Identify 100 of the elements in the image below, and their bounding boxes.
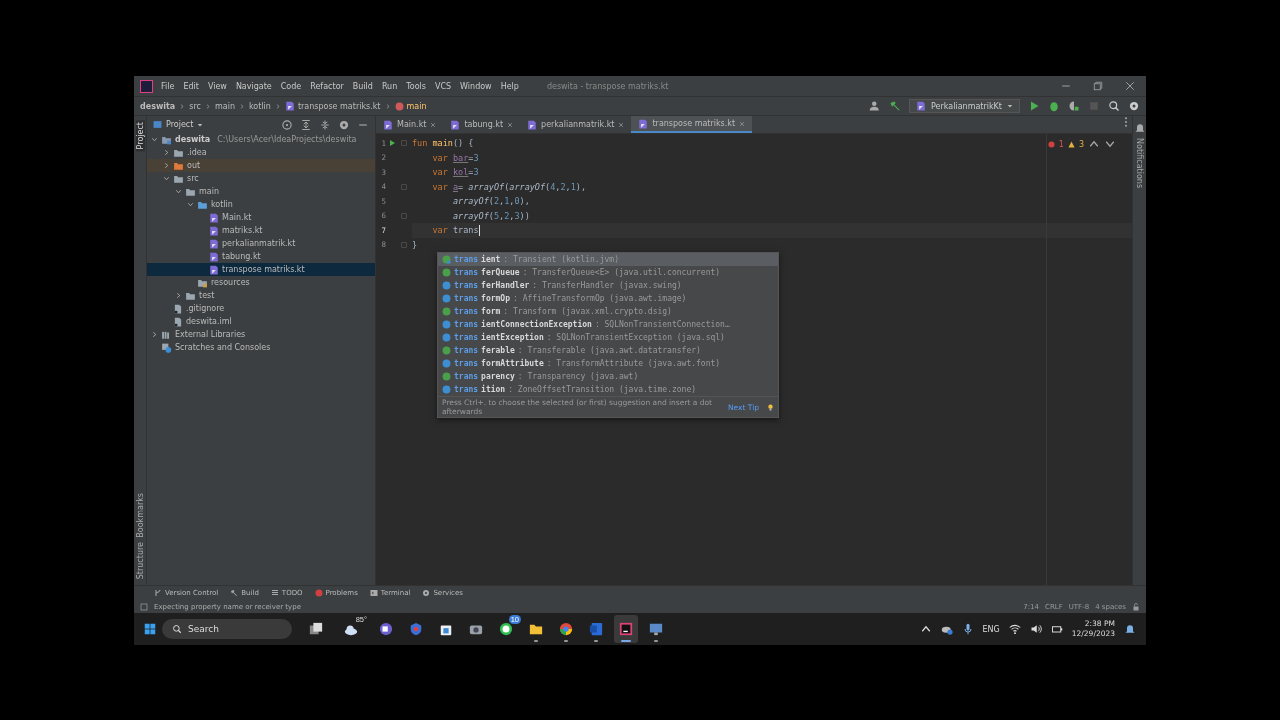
search-icon[interactable] [1108,100,1120,112]
editor-tab[interactable]: perkalianmatrik.kt [520,116,632,133]
completion-item[interactable]: trans ientException : SQLNonTransientException (java.sql) [438,331,778,344]
tree-item[interactable]: .idea [147,146,375,159]
class-icon [442,359,451,368]
interface-icon [442,268,451,277]
tool-window-tab[interactable]: Notifications [1135,138,1144,189]
completion-item[interactable]: trans form : Transform (javax.xml.crypto.dsig) [438,305,778,318]
language-indicator[interactable]: ENG [982,624,1000,634]
tree-item[interactable]: tabung.kt [147,250,375,263]
file-icon [173,303,183,314]
battery-icon[interactable] [1050,623,1063,635]
warning-count[interactable]: 3 [1078,139,1084,149]
menu-item[interactable]: VCS [434,81,452,91]
completion-item[interactable]: trans formOp : AffineTransformOp (java.awt.image) [438,292,778,305]
debug-icon[interactable] [1048,100,1060,112]
completion-item[interactable]: trans ient : Transient (kotlin.jvm) [438,253,778,266]
run-configuration-dropdown[interactable]: PerkalianmatrikKt [909,99,1020,113]
resources-folder-icon [197,277,208,288]
scratches-icon [161,342,172,353]
collapse-all-icon[interactable] [319,118,331,131]
tree-item[interactable]: perkalianmatrik.kt [147,237,375,250]
tool-window-tab[interactable]: Project [135,120,145,152]
tree-item[interactable]: main [147,185,375,198]
tree-item[interactable]: src [147,172,375,185]
tree-item[interactable]: kotlin [147,198,375,211]
tree-item[interactable]: deswita.iml [147,315,375,328]
maximize-icon[interactable] [1092,80,1104,92]
speaker-icon[interactable] [1029,623,1042,635]
error-count[interactable]: 1 [1058,139,1064,149]
hammer-icon [230,589,239,597]
menu-item[interactable]: Build [352,81,373,91]
menu-item[interactable]: Tools [406,81,426,91]
kotlin-file-icon [209,225,219,236]
editor-tab[interactable]: Main.kt [376,116,444,133]
completion-item[interactable]: trans ientConnectionException : SQLNonTransientConnection… [438,318,778,331]
tree-item[interactable]: External Libraries [147,328,375,341]
coverage-icon[interactable] [1068,100,1080,112]
tree-item[interactable]: Main.kt [147,211,375,224]
code-line: var a= arrayOf(arrayOf(4,2,1), [431,181,587,192]
breadcrumb[interactable]: main [394,101,427,111]
taskbar-app[interactable] [614,615,638,643]
start-icon[interactable] [144,623,156,635]
breadcrumb[interactable]: kotlin [248,101,271,111]
menu-item[interactable]: Navigate [235,81,272,91]
close-icon[interactable] [1124,80,1136,92]
chat-bubble-icon [499,622,513,636]
notification-bell-icon[interactable] [1124,623,1136,635]
menu-item[interactable]: Run [381,81,398,91]
kotlin-file-icon [450,119,461,130]
tree-item[interactable]: resources [147,276,375,289]
run-icon[interactable] [388,139,396,148]
menu-item[interactable]: Code [280,81,302,91]
completion-item[interactable]: trans ition : ZoneOffsetTransition (java.time.zone) [438,383,778,396]
editor-tab[interactable]: tabung.kt [443,116,521,133]
close-icon [507,121,514,128]
menu-item[interactable]: File [161,81,175,91]
lock-icon [1132,602,1140,611]
tool-window-tab[interactable]: Bookmarks [135,491,145,540]
tree-item[interactable]: transpose matriks.kt [147,263,375,276]
code-line: arrayOf(5,2,3)) [451,210,530,221]
tree-item[interactable]: matriks.kt [147,224,375,237]
tool-window-tab[interactable]: Structure [135,539,145,581]
menu-item[interactable]: View [207,81,227,91]
completion-item[interactable]: trans parency : Transparency (java.awt) [438,370,778,383]
settings-icon[interactable] [1128,100,1140,112]
tree-item[interactable]: deswita C:\Users\Acer\IdeaProjects\deswita [147,133,375,146]
panel-title-dropdown[interactable]: Project [153,120,274,129]
editor-tab[interactable]: transpose matriks.kt [631,116,753,133]
breadcrumb[interactable]: main [214,101,235,111]
breadcrumb[interactable]: src [189,101,201,111]
app-logo[interactable] [140,79,153,93]
tree-item[interactable]: Scratches and Consoles [147,341,375,354]
tree-item[interactable]: out [147,159,375,172]
menu-item[interactable]: Edit [183,81,199,91]
user-icon[interactable] [869,100,882,112]
microphone-icon[interactable] [961,623,974,635]
search-field[interactable]: Search [162,619,292,639]
completion-item[interactable]: trans ferable : Transferable (java.awt.datatransfer) [438,344,778,357]
wifi-icon[interactable] [1008,623,1021,635]
completion-item[interactable]: trans ferQueue : TransferQueue<E> (java.util.concurrent) [438,266,778,279]
interface-icon [442,372,451,381]
text-cursor [478,224,480,236]
completion-item[interactable]: trans formAttribute : TransformAttribute (java.awt.font) [438,357,778,370]
menu-item[interactable]: Refactor [310,81,344,91]
expand-all-icon[interactable] [300,118,312,131]
chevron-right-icon [274,102,281,110]
completion-item[interactable]: trans ferHandler : TransferHandler (javax.swing) [438,279,778,292]
kotlin-file-icon [916,101,927,111]
hammer-icon[interactable] [889,100,902,112]
tree-item[interactable]: test [147,289,375,302]
notifications-icon[interactable] [1133,122,1146,134]
run-icon[interactable] [1028,100,1040,112]
menu-item[interactable]: Help [500,81,519,91]
settings-icon[interactable] [338,118,350,131]
breadcrumb[interactable]: transpose matriks.kt [284,101,381,111]
locate-icon[interactable] [281,118,293,131]
breadcrumb[interactable]: deswita [140,101,176,111]
menu-item[interactable]: Window [460,81,492,91]
tree-item[interactable]: .gitignore [147,302,375,315]
